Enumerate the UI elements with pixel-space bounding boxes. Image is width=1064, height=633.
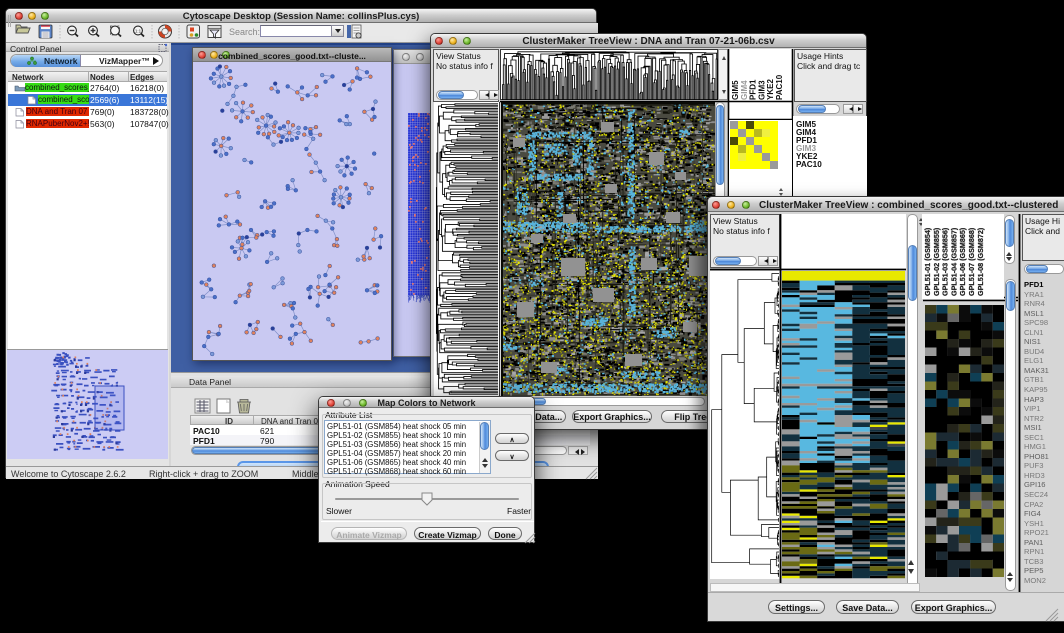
svg-text:1:1: 1:1 <box>135 29 142 34</box>
